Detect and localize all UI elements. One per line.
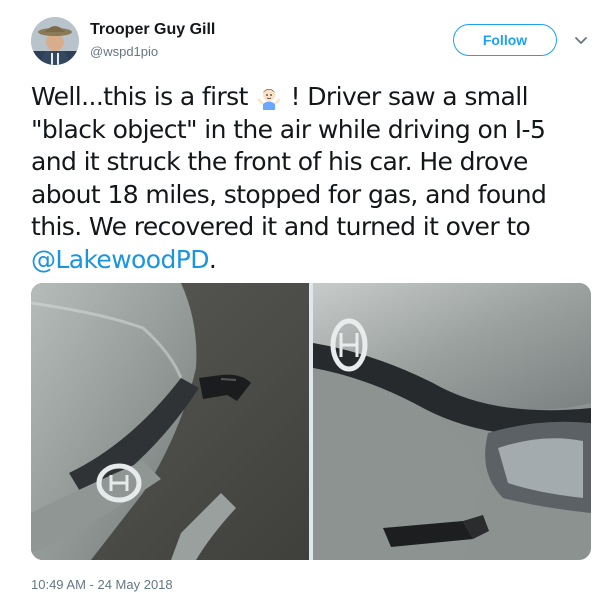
avatar-image [31, 17, 79, 65]
person-shrugging-emoji [255, 82, 284, 110]
follow-button[interactable]: Follow [453, 24, 557, 56]
photo-car-front-left[interactable] [31, 283, 309, 560]
author-name[interactable]: Trooper Guy Gill [90, 21, 215, 39]
mention-link[interactable]: @LakewoodPD [31, 245, 209, 274]
tweet-timestamp[interactable]: 10:49 AM - 24 May 2018 [31, 577, 173, 592]
photo-car-front-right[interactable] [313, 283, 591, 560]
media-grid [31, 283, 591, 560]
tweet-text-end: . [208, 244, 217, 274]
tweet-text-part1: Well...this is a first [31, 82, 248, 111]
avatar[interactable] [31, 17, 79, 65]
chevron-down-icon[interactable] [574, 34, 588, 48]
author-handle[interactable]: @wspd1pio [90, 44, 158, 59]
tweet-card: Trooper Guy Gill @wspd1pio Follow Well..… [0, 0, 613, 601]
tweet-text: Well...this is a first ! Driver saw a sm… [31, 81, 591, 276]
